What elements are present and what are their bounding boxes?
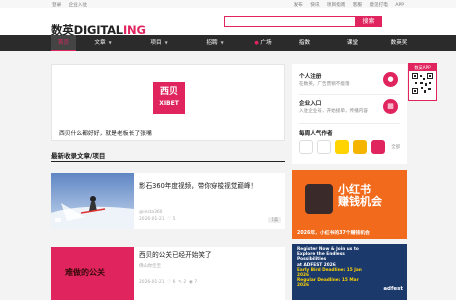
register-sub: 在数英，广告营销不能落 (299, 82, 350, 87)
author-avatar[interactable] (317, 140, 331, 154)
section-divider (51, 161, 285, 162)
like-icon: ♡ (167, 280, 172, 285)
view-icon: ◉ (188, 280, 193, 285)
chevron-down-icon: ▼ (164, 40, 168, 45)
nav-classroom[interactable]: 课堂 (340, 35, 365, 51)
search-button[interactable]: 搜索 (355, 16, 382, 27)
project-guide-link[interactable]: 项目指南 (327, 3, 345, 8)
xiaohongshu-ad[interactable]: 小红书 赚钱机会 2026年，小红书的37个赚钱机会 (292, 170, 407, 239)
app-qr-box[interactable]: 数英APP (408, 63, 437, 101)
adfest-ad[interactable]: Register Now & Join us to Explore the En… (292, 244, 407, 300)
topbar: 登录 企业入驻 发布 快讯 项目指南 客服 意见打电 APP (0, 0, 456, 8)
register-title[interactable]: 个人注册 (299, 72, 321, 80)
article-meta: 2026-01-21 ♡ 6 ✎ 2 ◉ 7 (139, 280, 197, 285)
comment-icon: ✎ (178, 280, 182, 285)
nav-jobs-label: 招聘 (206, 40, 218, 46)
news-link[interactable]: 快讯 (310, 3, 319, 8)
adfest-line5: Regular Deadline: 15 Mar 2026 (297, 278, 359, 289)
enterprise-entry-link[interactable]: 企业入驻 (69, 3, 87, 8)
nav-index[interactable]: 指数 (292, 35, 317, 51)
nav-projects[interactable]: 项目 ▼ (144, 35, 174, 51)
feature-banner[interactable]: 西贝 XIBET 西贝什么都好好，就是老板长了张嘴 (51, 64, 285, 141)
article-date: 2026-01-21 (139, 217, 165, 222)
feedback-link[interactable]: 意见打电 (369, 3, 387, 8)
ad-caption: 2026年，小红书的37个赚钱机会 (297, 231, 370, 236)
main-nav: 首页 文章 ▼ 项目 ▼ 招聘 ▼ ● 广场 指数 课堂 数英奖 (0, 35, 456, 51)
person-icon[interactable]: ● (383, 72, 398, 87)
section-title: 最新收录文章/项目 (51, 152, 106, 160)
search-input[interactable]: 搜索 (224, 16, 382, 27)
header: 数英DIGITALING 搜索 (0, 8, 456, 37)
divider (299, 123, 400, 124)
article-author[interactable]: @insta360 (139, 210, 162, 215)
enterprise-title[interactable]: 企业入口 (299, 99, 321, 107)
pr-thumbnail[interactable]: 难做的公关 (51, 247, 134, 300)
snow-video-thumbnail[interactable] (51, 173, 134, 229)
all-authors-link[interactable]: 全部 (391, 144, 400, 150)
nav-jobs[interactable]: 招聘 ▼ (200, 35, 230, 51)
xibei-logo-cn: 西贝 (159, 87, 178, 97)
chevron-down-icon: ▼ (220, 40, 224, 45)
ad-headline-2: 赚钱机会 (338, 195, 382, 208)
author-avatar[interactable] (371, 140, 385, 154)
sidebar-panel: 个人注册 在数英，广告营销不能落 ● 企业入口 入驻企业号，开始接单，传播内容 … (292, 64, 407, 164)
article-comments: 2 (183, 280, 187, 285)
login-link[interactable]: 登录 (52, 3, 61, 8)
adfest-line2: Explore the Endless Possibilities (297, 252, 345, 263)
article-views: 7 (194, 280, 197, 285)
pr-thumbnail-text: 难做的公关 (65, 268, 105, 277)
article-meta: 2026-01-21 ♡ 5 (139, 217, 175, 222)
popular-authors-title: 每周人气作者 (299, 131, 333, 137)
chevron-down-icon: ▼ (108, 40, 112, 45)
adfest-brand: adfest (383, 286, 403, 292)
service-link[interactable]: 客服 (353, 3, 362, 8)
nav-articles-label: 文章 (94, 40, 106, 46)
xibei-logo: 西贝 XIBET (153, 82, 185, 114)
xibei-logo-en: XIBET (159, 100, 179, 107)
adfest-line4: Early Bird Deadline: 15 Jan 2026 (297, 267, 362, 279)
author-avatar[interactable] (353, 140, 367, 154)
article-title[interactable]: 西贝的公关已经开始笑了 (139, 249, 212, 259)
nav-projects-label: 项目 (150, 40, 162, 46)
article-card[interactable]: 影石360年度视频，带你穿梭视觉巅峰！ @insta360 2026-01-21… (51, 173, 285, 229)
app-label: 数英APP (409, 64, 436, 71)
ad-illustration (305, 184, 333, 214)
enterprise-sub: 入驻企业号，开始接单，传播内容 (299, 109, 368, 114)
article-title[interactable]: 影石360年度视频，带你穿梭视觉巅峰！ (139, 180, 257, 190)
publish-link[interactable]: 发布 (294, 3, 303, 8)
author-avatar[interactable] (299, 140, 313, 154)
nav-articles[interactable]: 文章 ▼ (88, 35, 118, 51)
article-likes: 5 (172, 217, 176, 222)
article-date: 2026-01-21 (139, 280, 165, 285)
article-likes: 6 (172, 280, 176, 285)
ad-headline: 小红书 赚钱机会 (338, 184, 382, 208)
author-avatar[interactable] (335, 140, 349, 154)
divider (299, 94, 400, 95)
like-icon: ♡ (167, 217, 172, 222)
nav-home[interactable]: 首页 (51, 35, 76, 51)
company-icon[interactable]: ▦ (383, 99, 398, 114)
app-link[interactable]: APP (395, 3, 404, 8)
article-author[interactable]: 佛山你佳至 (139, 263, 161, 269)
nav-square-label: 广场 (260, 40, 272, 46)
nav-award[interactable]: 数英奖 (384, 35, 414, 51)
article-tag: 1篇 (268, 217, 281, 223)
adfest-text: Register Now & Join us to Explore the En… (297, 247, 367, 289)
article-card[interactable]: 难做的公关 西贝的公关已经开始笑了 佛山你佳至 2026-01-21 ♡ 6 ✎… (51, 247, 285, 300)
nav-square[interactable]: ● 广场 (248, 35, 278, 51)
banner-caption[interactable]: 西贝什么都好好，就是老板长了张嘴 (59, 128, 152, 137)
qr-code-icon (412, 73, 433, 94)
